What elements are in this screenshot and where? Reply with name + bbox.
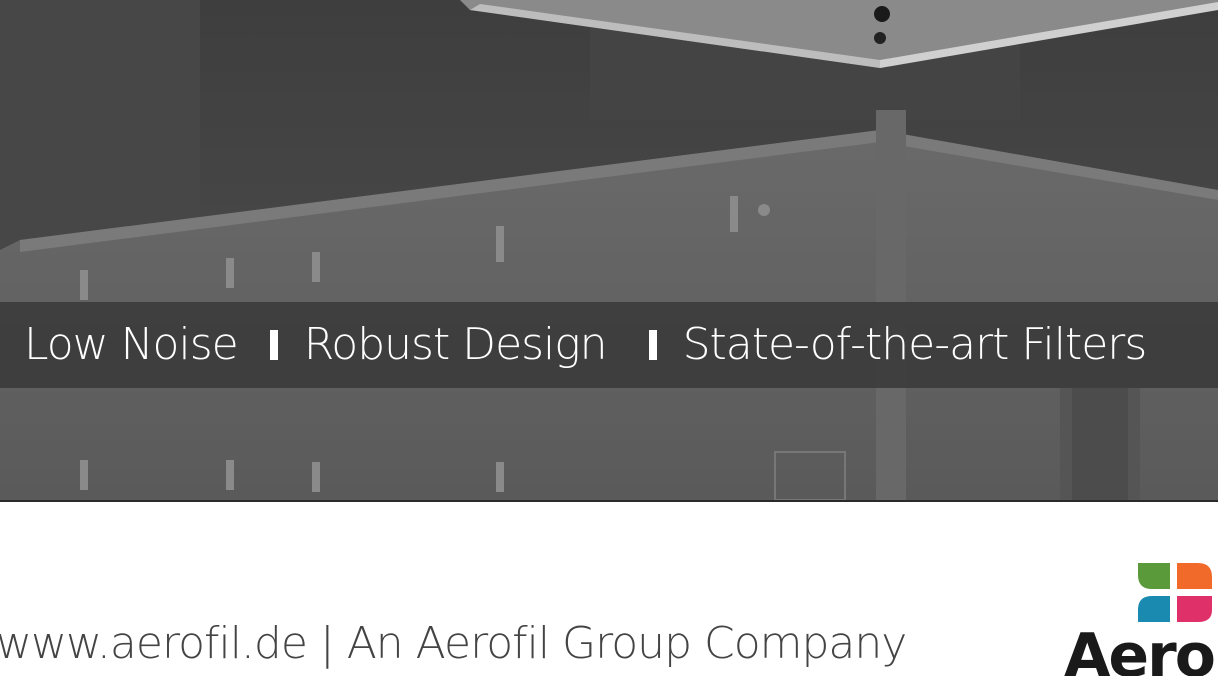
page: Low Noise Robust Design State-of-the-art… — [0, 0, 1218, 676]
tagline-separator — [269, 330, 278, 360]
tagline-filters: State-of-the-art Filters — [682, 319, 1148, 370]
hero-divider — [0, 500, 1218, 502]
hero-banner: Low Noise Robust Design State-of-the-art… — [0, 0, 1218, 502]
hero-photo — [0, 0, 1218, 502]
logo-mark-icon — [1138, 563, 1212, 622]
tagline-low-noise: Low Noise — [24, 319, 239, 370]
aerofil-logo: Aero — [1060, 560, 1218, 676]
tagline-separator — [648, 330, 657, 360]
logo-wordmark: Aero — [1064, 621, 1216, 676]
tagline-band: Low Noise Robust Design State-of-the-art… — [0, 302, 1218, 388]
tagline-robust-design: Robust Design — [303, 319, 608, 370]
footer-website-text: www.aerofil.de | An Aerofil Group Compan… — [0, 618, 907, 669]
